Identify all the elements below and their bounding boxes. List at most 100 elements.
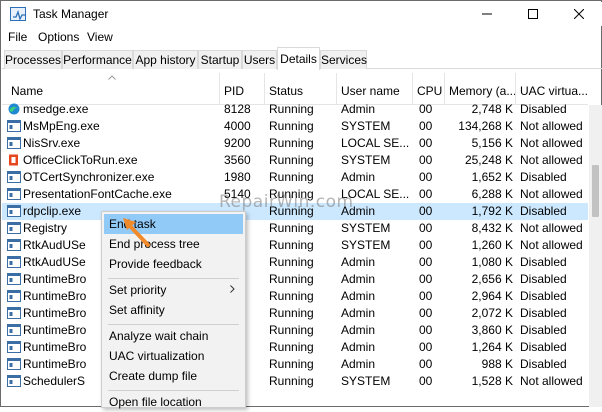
cell-memory: 1,792 K xyxy=(471,204,513,218)
table-row[interactable]: RtkAudUSe Running Admin 00 1,080 K Disabled xyxy=(2,254,588,271)
cell-name: msedge.exe xyxy=(23,102,89,116)
column-user-name[interactable]: User name xyxy=(341,84,400,98)
close-icon xyxy=(574,9,584,19)
tab-users[interactable]: Users xyxy=(242,50,277,69)
app-window-icon xyxy=(7,256,21,268)
table-row[interactable]: SchedulerS Running SYSTEM 00 1,528 K Not allo… xyxy=(2,373,588,390)
menu-set-priority[interactable]: Set priority xyxy=(104,280,243,300)
tab-services[interactable]: Services xyxy=(320,50,367,69)
table-row[interactable]: RuntimeBro Running Admin 00 1,264 K Disabled xyxy=(2,339,588,356)
cell-uac: Not allowed xyxy=(520,187,583,201)
cell-uac: Disabled xyxy=(520,170,567,184)
menu-separator xyxy=(108,390,239,391)
menu-analyze-wait-chain[interactable]: Analyze wait chain xyxy=(104,326,243,346)
menu-options[interactable]: Options xyxy=(38,30,79,44)
table-row[interactable]: OfficeClickToRun.exe 3560 Running SYSTEM 00 2… xyxy=(2,152,588,169)
tab-performance[interactable]: Performance xyxy=(62,50,133,69)
cell-user-name: Admin xyxy=(341,102,376,116)
tab-startup[interactable]: Startup xyxy=(198,50,242,69)
app-window-icon xyxy=(7,239,21,251)
cell-user-name: SYSTEM xyxy=(341,374,391,388)
cell-memory: 25,248 K xyxy=(464,153,513,167)
cell-memory: 1,260 K xyxy=(471,238,513,252)
menu-set-priority-label: Set priority xyxy=(109,283,167,297)
cell-pid: 8128 xyxy=(224,102,251,116)
cell-status: Running xyxy=(269,119,314,133)
column-memory[interactable]: Memory (a... xyxy=(449,84,515,98)
cell-status: Running xyxy=(269,357,314,371)
tab-processes[interactable]: Processes xyxy=(4,50,62,69)
column-name[interactable]: Name xyxy=(11,84,43,98)
table-row[interactable]: Registry Running SYSTEM 00 8,432 K Not allowe… xyxy=(2,220,588,237)
cell-cpu: 00 xyxy=(419,272,433,286)
menu-set-affinity[interactable]: Set affinity xyxy=(104,300,243,320)
app-window-icon xyxy=(7,205,21,217)
table-row[interactable]: RuntimeBro Running Admin 00 2,656 K Disabled xyxy=(2,271,588,288)
cell-status: Running xyxy=(269,102,314,116)
menu-bar: File Options View xyxy=(2,27,602,47)
cell-name: NisSrv.exe xyxy=(23,136,81,150)
cell-uac: Disabled xyxy=(520,340,567,354)
cell-status: Running xyxy=(269,374,314,388)
tab-app-history[interactable]: App history xyxy=(133,50,198,69)
menu-file[interactable]: File xyxy=(8,30,27,44)
cell-user-name: SYSTEM xyxy=(341,119,391,133)
cell-pid: 4000 xyxy=(224,119,251,133)
menu-open-file-location[interactable]: Open file location xyxy=(104,392,243,412)
window-title: Task Manager xyxy=(33,7,109,21)
table-row[interactable]: RuntimeBro Running Admin 00 2,964 K Disabled xyxy=(2,288,588,305)
cell-uac: Disabled xyxy=(520,289,567,303)
app-window-icon xyxy=(7,358,21,370)
task-manager-window: Task Manager File Options View Processes… xyxy=(0,0,602,409)
cell-cpu: 00 xyxy=(419,187,433,201)
cell-memory: 988 K xyxy=(481,357,513,371)
maximize-button[interactable] xyxy=(510,2,556,26)
cell-uac: Disabled xyxy=(520,272,567,286)
minimize-button[interactable] xyxy=(464,2,510,26)
tab-bar: Processes Performance App history Startu… xyxy=(2,47,602,70)
menu-create-dump-file[interactable]: Create dump file xyxy=(104,366,243,386)
menu-uac-virtualization[interactable]: UAC virtualization xyxy=(104,346,243,366)
cell-user-name: Admin xyxy=(341,306,376,320)
cell-pid: 1980 xyxy=(224,170,251,184)
sort-ascending-icon xyxy=(108,75,116,80)
cell-memory: 8,432 K xyxy=(471,221,513,235)
menu-provide-feedback[interactable]: Provide feedback xyxy=(104,254,243,274)
app-window-icon xyxy=(7,375,21,387)
annotation-arrow-icon xyxy=(123,218,150,247)
scrollbar-thumb[interactable] xyxy=(592,165,599,217)
column-pid[interactable]: PID xyxy=(224,84,244,98)
maximize-icon xyxy=(528,9,538,19)
cell-name: MsMpEng.exe xyxy=(23,119,100,133)
column-status[interactable]: Status xyxy=(269,84,303,98)
cell-uac: Not allowed xyxy=(520,136,583,150)
close-button[interactable] xyxy=(556,2,602,26)
table-row[interactable]: RuntimeBro Running Admin 00 2,072 K Disabled xyxy=(2,305,588,322)
table-row[interactable]: RtkAudUSe Running SYSTEM 00 1,260 K Not allow… xyxy=(2,237,588,254)
cell-status: Running xyxy=(269,272,314,286)
table-row[interactable]: msedge.exe 8128 Running Admin 00 2,748 K Disab… xyxy=(2,101,588,118)
table-row[interactable]: RuntimeBro Running Admin 00 988 K Disabled xyxy=(2,356,588,373)
menu-view[interactable]: View xyxy=(87,30,113,44)
column-cpu[interactable]: CPU xyxy=(417,84,442,98)
table-row[interactable]: RuntimeBro Running Admin 00 3,860 K Disabled xyxy=(2,322,588,339)
menu-create-dump-file-label: Create dump file xyxy=(109,369,198,383)
cell-memory: 2,748 K xyxy=(471,102,513,116)
column-uac-virtualization[interactable]: UAC virtua... xyxy=(520,84,588,98)
table-row[interactable]: OTCertSynchronizer.exe 1980 Running Admin 00… xyxy=(2,169,588,186)
tab-details[interactable]: Details xyxy=(277,47,320,70)
cell-status: Running xyxy=(269,306,314,320)
cell-user-name: Admin xyxy=(341,289,376,303)
table-row[interactable]: MsMpEng.exe 4000 Running SYSTEM 00 134,268 K N… xyxy=(2,118,588,135)
cell-status: Running xyxy=(269,153,314,167)
cell-cpu: 00 xyxy=(419,357,433,371)
table-row[interactable]: NisSrv.exe 9200 Running LOCAL SE... 00 5,156 … xyxy=(2,135,588,152)
cell-user-name: Admin xyxy=(341,357,376,371)
cell-cpu: 00 xyxy=(419,238,433,252)
cell-user-name: Admin xyxy=(341,323,376,337)
cell-status: Running xyxy=(269,136,314,150)
vertical-scrollbar[interactable] xyxy=(589,105,602,407)
cell-memory: 2,072 K xyxy=(471,306,513,320)
cell-status: Running xyxy=(269,323,314,337)
cell-memory: 1,528 K xyxy=(471,374,513,388)
